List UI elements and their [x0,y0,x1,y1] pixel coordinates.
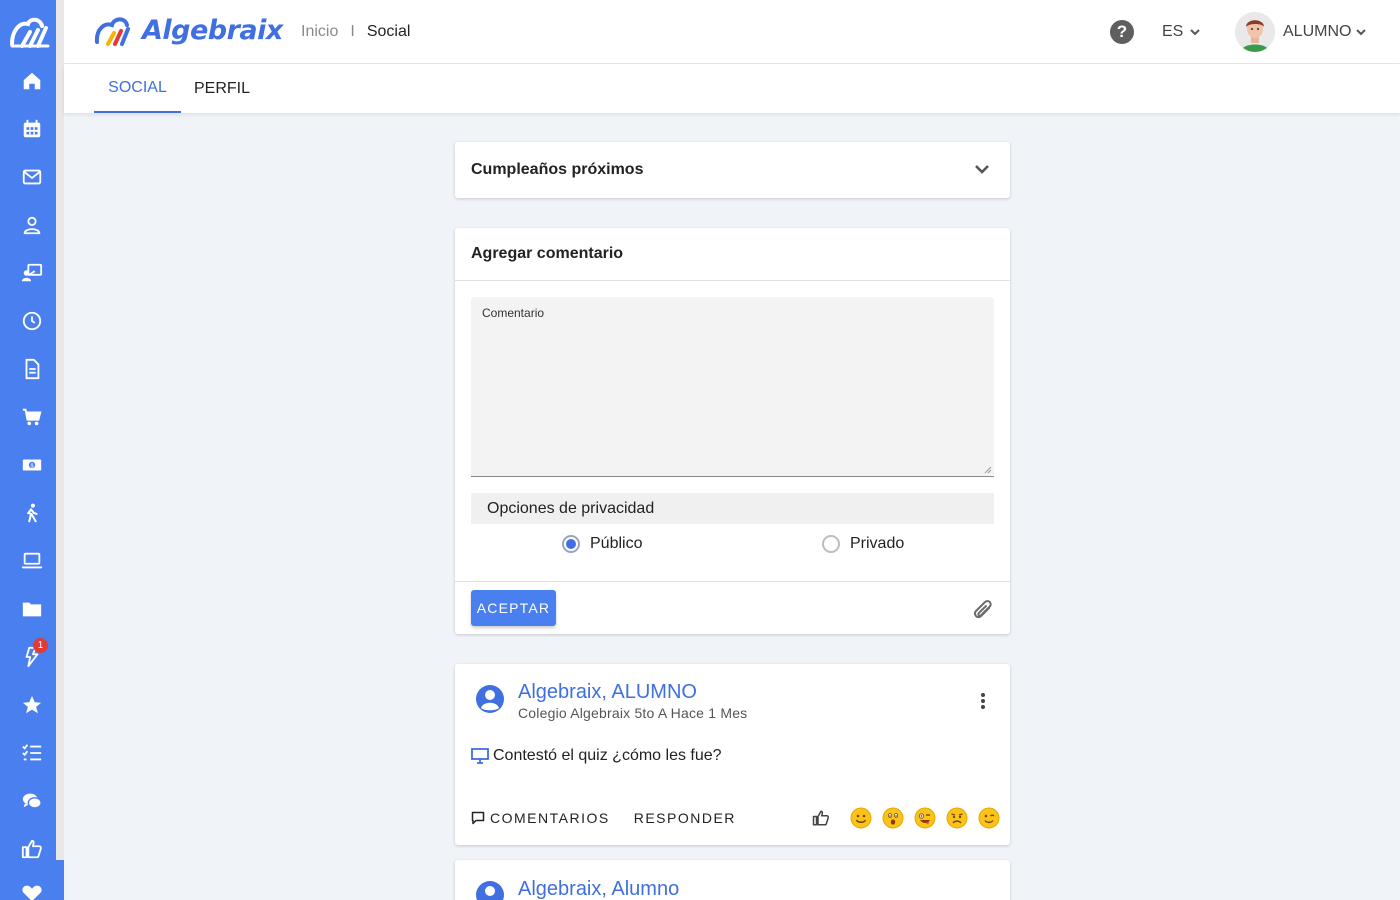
top-header: Algebraix Inicio I Social ? ES ALUMNO [64,0,1400,64]
tab-social[interactable]: SOCIAL [94,64,181,113]
user-icon[interactable] [16,209,48,241]
laptop-icon[interactable] [16,545,48,577]
privacy-options-title: Opciones de privacidad [487,500,655,517]
radio-private[interactable] [822,535,840,553]
brand-logo[interactable]: Algebraix [94,12,283,48]
breadcrumb-home[interactable]: Inicio [301,23,338,41]
user-circle-icon [476,685,504,713]
app-logo-icon[interactable] [8,12,52,52]
checklist-icon[interactable] [16,737,48,769]
surprised-emoji-icon[interactable] [882,807,904,829]
radio-public[interactable] [562,535,580,553]
post-body: Contestó el quiz ¿cómo les fue? [471,747,722,765]
chat-icon[interactable] [16,785,48,817]
crazy-emoji-icon[interactable] [914,807,936,829]
folder-icon[interactable] [16,593,48,625]
add-comment-title: Agregar comentario [471,245,624,262]
chevron-down-icon [1356,29,1367,36]
privacy-option-private-label: Privado [850,535,905,552]
user-name-label: ALUMNO [1283,23,1352,40]
divider [455,581,1010,582]
birthdays-card[interactable]: Cumpleaños próximos [455,142,1010,198]
avatar[interactable] [1235,12,1275,52]
comment-icon [471,811,485,825]
comment-textarea-label: Comentario [482,306,545,320]
heart-icon[interactable] [16,877,48,900]
activity-icon[interactable] [16,497,48,529]
post-author[interactable]: Algebraix, ALUMNO [518,681,697,704]
calendar-icon[interactable] [16,113,48,145]
reply-button[interactable]: RESPONDER [634,810,736,826]
birthdays-title: Cumpleaños próximos [471,161,644,178]
classroom-icon[interactable] [16,257,48,289]
attachment-icon[interactable] [972,596,994,620]
sidebar-scrollbar[interactable] [56,0,64,860]
tab-perfil[interactable]: PERFIL [181,64,263,113]
comments-button[interactable]: COMENTARIOS [471,810,610,826]
notification-badge: 1 [33,638,48,653]
help-icon[interactable]: ? [1110,20,1134,44]
clock-icon[interactable] [16,305,48,337]
document-icon[interactable] [16,353,48,385]
home-icon[interactable] [16,65,48,97]
language-label: ES [1162,23,1184,40]
star-icon[interactable] [16,689,48,721]
post-card: Algebraix, Alumno [455,860,1010,900]
brand-name: Algebraix [142,14,283,46]
comment-textarea[interactable]: Comentario [471,297,994,477]
sidebar: $ 1 [0,0,64,900]
svg-text:$: $ [30,463,33,469]
reactions-bar [812,807,1000,829]
user-menu[interactable]: ALUMNO [1283,23,1367,41]
privacy-option-public[interactable]: Público [562,535,642,553]
tab-bar: SOCIAL PERFIL [64,64,1400,113]
privacy-option-public-label: Público [590,535,643,552]
post-actions: COMENTARIOS RESPONDER [471,810,760,826]
divider [455,280,1010,281]
user-circle-icon [476,881,504,900]
accept-button[interactable]: ACEPTAR [471,590,556,626]
bolt-icon[interactable]: 1 [16,638,48,673]
cart-icon[interactable] [16,401,48,433]
smile-emoji-icon[interactable] [850,807,872,829]
post-card: Algebraix, ALUMNO Colegio Algebraix 5to … [455,664,1010,845]
post-meta: Colegio Algebraix 5to A Hace 1 Mes [518,705,748,721]
more-vertical-icon[interactable] [980,692,986,710]
breadcrumb: Inicio I Social [301,23,410,41]
chevron-down-icon [1190,29,1201,36]
comments-label: COMENTARIOS [490,810,610,826]
language-selector[interactable]: ES [1162,23,1201,41]
monitor-icon [471,748,489,764]
algebraix-logo-icon [94,17,130,46]
post-author[interactable]: Algebraix, Alumno [518,878,679,900]
add-comment-card: Agregar comentario Comentario Opciones d… [455,228,1010,634]
sad-emoji-icon[interactable] [946,807,968,829]
privacy-options-header: Opciones de privacidad [471,493,994,524]
breadcrumb-current: Social [366,23,411,40]
reply-label: RESPONDER [633,810,736,826]
like-icon[interactable] [812,809,830,827]
breadcrumb-separator: I [350,23,355,40]
thumbs-up-icon[interactable] [16,833,48,865]
chevron-down-icon[interactable] [974,161,990,177]
wink-emoji-icon[interactable] [978,807,1000,829]
privacy-option-private[interactable]: Privado [822,535,904,553]
resize-handle-icon[interactable] [984,466,992,474]
mail-icon[interactable] [16,161,48,193]
post-text: Contestó el quiz ¿cómo les fue? [493,747,722,764]
money-icon[interactable]: $ [16,449,48,481]
